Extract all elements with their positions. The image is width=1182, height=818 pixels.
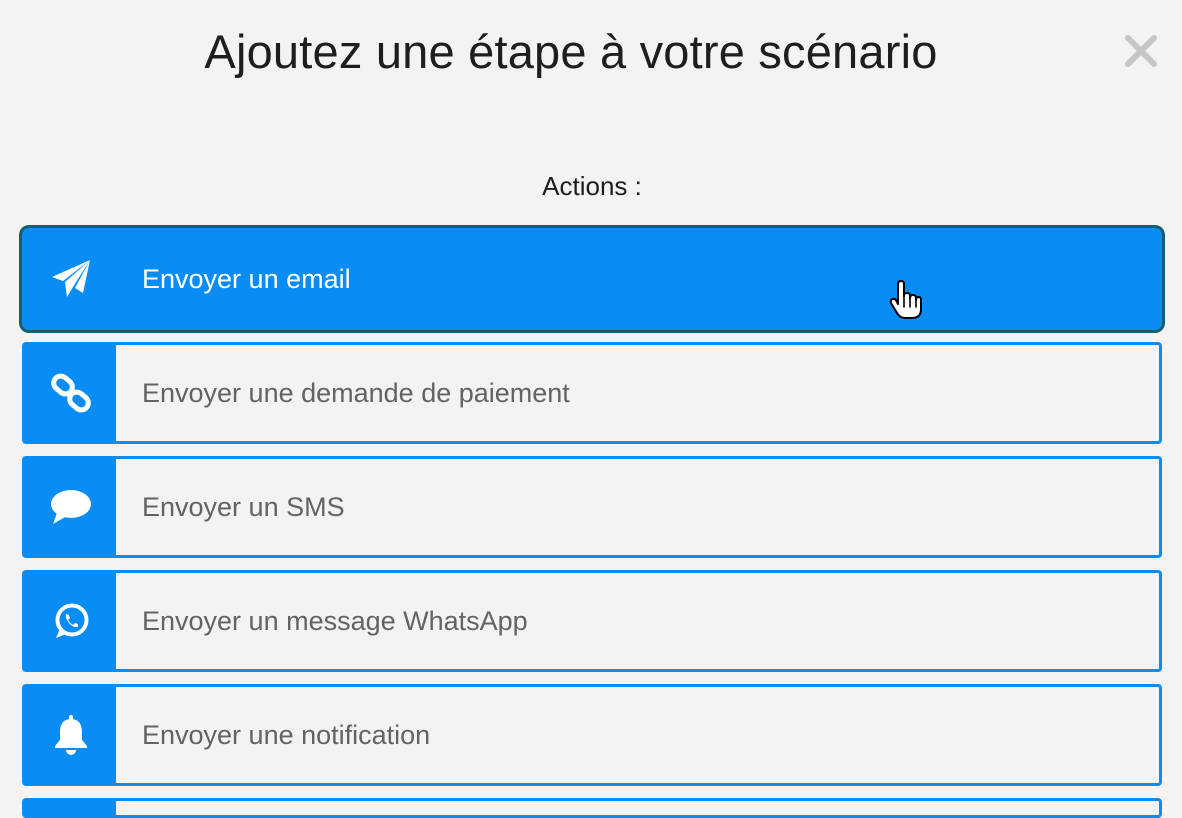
- link-icon: [50, 373, 91, 413]
- close-button[interactable]: [1120, 30, 1162, 72]
- action-icon-cell: [25, 345, 116, 441]
- action-item-partial[interactable]: [22, 798, 1162, 818]
- paper-plane-icon: [51, 260, 90, 297]
- action-label: Envoyer une demande de paiement: [142, 377, 570, 408]
- action-label: Envoyer un email: [142, 263, 351, 294]
- action-icon-cell: [25, 573, 116, 669]
- action-icon-cell: [25, 801, 116, 815]
- action-icon-cell: [25, 459, 116, 555]
- action-label: Envoyer un SMS: [142, 491, 345, 522]
- action-send-whatsapp[interactable]: Envoyer un message WhatsApp: [22, 570, 1162, 672]
- action-send-payment-request[interactable]: Envoyer une demande de paiement: [22, 342, 1162, 444]
- action-send-sms[interactable]: Envoyer un SMS: [22, 456, 1162, 558]
- chat-bubble-icon: [50, 490, 91, 524]
- action-list: Envoyer un email Envoyer une demande de …: [22, 228, 1162, 818]
- actions-section-label: Actions :: [542, 171, 642, 201]
- action-send-email[interactable]: Envoyer un email: [22, 228, 1162, 330]
- action-send-notification[interactable]: Envoyer une notification: [22, 684, 1162, 786]
- close-icon: [1125, 35, 1157, 67]
- action-label: Envoyer un message WhatsApp: [142, 605, 528, 636]
- action-label: Envoyer une notification: [142, 719, 431, 750]
- bell-icon: [54, 715, 87, 755]
- action-icon-cell: [25, 231, 116, 327]
- action-icon-cell: [25, 687, 116, 783]
- whatsapp-icon: [55, 603, 88, 638]
- modal-title: Ajoutez une étape à votre scénario: [204, 25, 938, 78]
